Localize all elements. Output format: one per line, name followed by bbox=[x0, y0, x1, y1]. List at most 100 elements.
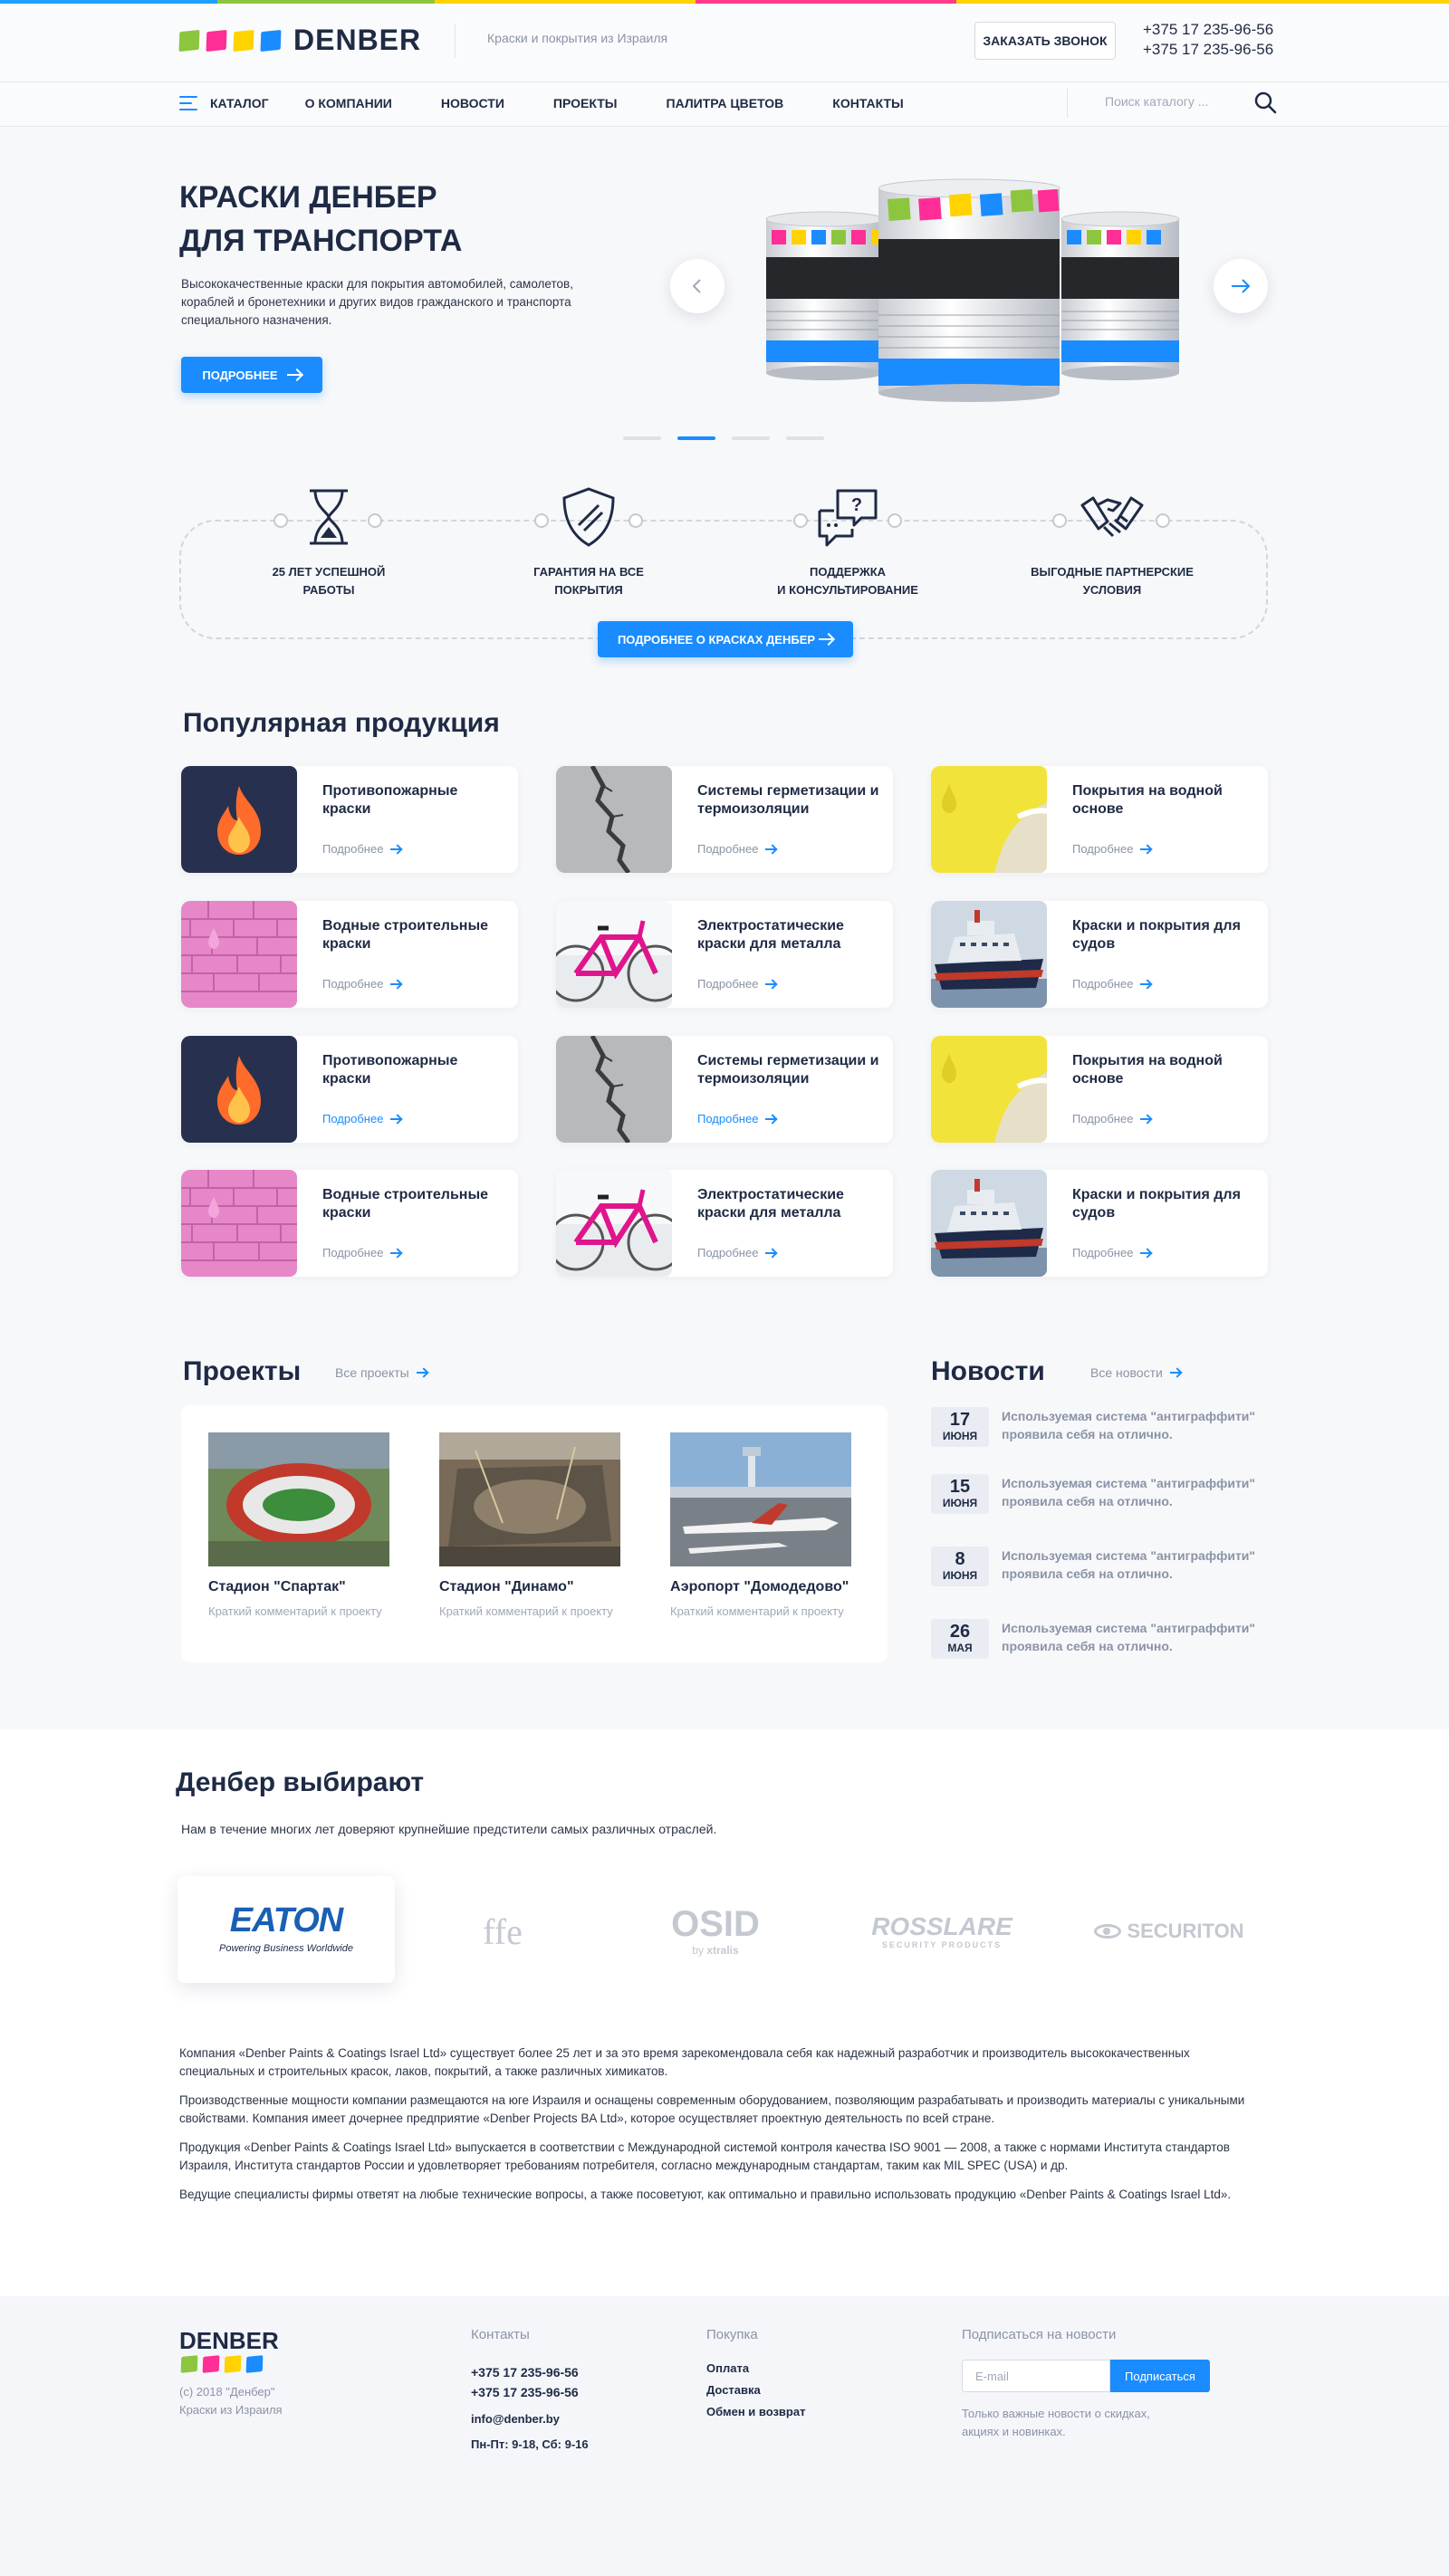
product-more-link[interactable]: Подробнее bbox=[322, 977, 402, 991]
product-image-fire bbox=[181, 766, 297, 873]
product-card[interactable]: Водные строительные краски Подробнее bbox=[181, 1170, 518, 1277]
product-name: Покрытия на водной основе bbox=[1072, 1053, 1223, 1087]
footer-link-delivery[interactable]: Доставка bbox=[706, 2383, 761, 2397]
product-more-link[interactable]: Подробнее bbox=[697, 1112, 777, 1125]
footer-logo[interactable]: DENBER bbox=[179, 2327, 279, 2355]
project-card[interactable]: Аэропорт "Домодедово" Краткий комментари… bbox=[670, 1432, 851, 1621]
nav-item-contacts[interactable]: КОНТАКТЫ bbox=[832, 96, 903, 110]
product-card[interactable]: Покрытия на водной основе Подробнее bbox=[931, 766, 1268, 873]
slider-dot-2-active[interactable] bbox=[677, 436, 715, 440]
features-connectors bbox=[273, 513, 1170, 528]
slider-prev-button[interactable] bbox=[670, 259, 724, 313]
product-image-crack bbox=[556, 766, 672, 873]
project-card[interactable]: Стадион "Динамо" Краткий комментарий к п… bbox=[439, 1432, 620, 1621]
slider-dot-1[interactable] bbox=[623, 436, 661, 440]
product-card[interactable]: Противопожарные краски Подробнее bbox=[181, 1036, 518, 1143]
site-header: DENBER Краски и покрытия из Израиля ЗАКА… bbox=[0, 4, 1449, 127]
nav-item-news[interactable]: НОВОСТИ bbox=[441, 96, 504, 110]
footer-hours: Пн-Пт: 9-18, Сб: 9-16 bbox=[471, 2437, 589, 2451]
product-card[interactable]: Электростатические краски для металла Под… bbox=[556, 1170, 893, 1277]
product-card[interactable]: Системы герметизации и термоизоляции Подр… bbox=[556, 1036, 893, 1143]
logo-square-blue bbox=[260, 29, 282, 52]
feature-guarantee: ГАРАНТИЯ НА ВСЕ ПОКРЫТИЯ bbox=[489, 485, 688, 599]
search-icon[interactable] bbox=[1253, 91, 1277, 114]
news-item[interactable]: 15 ИЮНЯ Используемая система "антиграффит… bbox=[931, 1474, 1293, 1519]
footer-copyright: (c) 2018 "Денбер" Краски из Израиля bbox=[179, 2385, 283, 2417]
product-image-crack bbox=[556, 1036, 672, 1143]
logo[interactable]: DENBER bbox=[178, 24, 421, 57]
slider-next-button[interactable] bbox=[1214, 259, 1268, 313]
arrow-right-icon bbox=[390, 982, 402, 985]
product-more-link[interactable]: Подробнее bbox=[1072, 977, 1152, 991]
footer-link-returns[interactable]: Обмен и возврат bbox=[706, 2405, 805, 2418]
product-name: Электростатические краски для металла bbox=[697, 1187, 844, 1221]
arrow-right-icon bbox=[765, 1251, 777, 1254]
product-card[interactable]: Противопожарные краски Подробнее bbox=[181, 766, 518, 873]
arrow-right-icon bbox=[1140, 1251, 1152, 1254]
footer-phone-1[interactable]: +375 17 235-96-56 bbox=[471, 2365, 579, 2380]
all-news-link[interactable]: Все новости bbox=[1090, 1365, 1181, 1380]
search-input[interactable]: Поиск каталогу ... bbox=[1105, 94, 1268, 109]
feature-support: ? ПОДДЕРЖКА И КОНСУЛЬТИРОВАНИЕ bbox=[748, 485, 947, 599]
product-more-link[interactable]: Подробнее bbox=[1072, 1112, 1152, 1125]
handshake-icon bbox=[1080, 496, 1144, 538]
product-more-link[interactable]: Подробнее bbox=[1072, 1246, 1152, 1259]
phone-1[interactable]: +375 17 235-96-56 bbox=[1143, 20, 1273, 40]
footer-purchase-title: Покупка bbox=[706, 2327, 758, 2342]
client-logo-ffe[interactable]: ffe bbox=[453, 1900, 552, 1963]
footer-phone-2[interactable]: +375 17 235-96-56 bbox=[471, 2385, 579, 2399]
product-name: Электростатические краски для металла bbox=[697, 918, 844, 952]
product-more-link[interactable]: Подробнее bbox=[322, 1246, 402, 1259]
product-more-link[interactable]: Подробнее bbox=[322, 842, 402, 856]
product-more-link[interactable]: Подробнее bbox=[697, 842, 777, 856]
nav-item-about[interactable]: О КОМПАНИИ bbox=[305, 96, 392, 110]
call-request-button[interactable]: ЗАКАЗАТЬ ЗВОНОК bbox=[974, 22, 1116, 60]
all-projects-link[interactable]: Все проекты bbox=[335, 1365, 427, 1380]
footer-link-payment[interactable]: Оплата bbox=[706, 2361, 749, 2375]
product-card[interactable]: Краски и покрытия для судов Подробнее bbox=[931, 1170, 1268, 1277]
nav-item-projects[interactable]: ПРОЕКТЫ bbox=[553, 96, 618, 110]
subscribe-button[interactable]: Подписаться bbox=[1110, 2360, 1210, 2392]
product-card[interactable]: Водные строительные краски Подробнее bbox=[181, 901, 518, 1008]
product-image-yellow-paint bbox=[931, 1036, 1047, 1143]
client-logo-securiton[interactable]: SECURITON bbox=[1083, 1900, 1255, 1963]
email-field[interactable]: E-mail bbox=[962, 2360, 1110, 2392]
footer-logo-square-green bbox=[180, 2355, 198, 2373]
logo-square-pink bbox=[206, 29, 227, 52]
footer-logo-square-blue bbox=[245, 2355, 264, 2373]
hero-more-button[interactable]: ПОДРОБНЕЕ bbox=[181, 357, 322, 393]
product-more-link[interactable]: Подробнее bbox=[1072, 842, 1152, 856]
product-card[interactable]: Краски и покрытия для судов Подробнее bbox=[931, 901, 1268, 1008]
product-image-ship bbox=[931, 901, 1047, 1008]
product-card[interactable]: Покрытия на водной основе Подробнее bbox=[931, 1036, 1268, 1143]
product-card[interactable]: Электростатические краски для металла Под… bbox=[556, 901, 893, 1008]
arrow-right-icon bbox=[765, 982, 777, 985]
product-image-bicycle bbox=[556, 1170, 672, 1277]
catalog-menu[interactable]: КАТАЛОГ bbox=[179, 96, 269, 110]
shield-icon bbox=[562, 487, 615, 547]
product-name: Покрытия на водной основе bbox=[1072, 783, 1223, 817]
project-name: Стадион "Спартак" bbox=[208, 1579, 346, 1594]
nav-item-palette[interactable]: ПАЛИТРА ЦВЕТОВ bbox=[667, 96, 784, 110]
footer-email[interactable]: info@denber.by bbox=[471, 2412, 560, 2426]
slider-dot-3[interactable] bbox=[732, 436, 770, 440]
product-card[interactable]: Системы герметизации и термоизоляции Подр… bbox=[556, 766, 893, 873]
product-more-link[interactable]: Подробнее bbox=[697, 977, 777, 991]
footer-logo-square-pink bbox=[202, 2355, 220, 2373]
project-card[interactable]: Стадион "Спартак" Краткий комментарий к … bbox=[208, 1432, 389, 1621]
client-logo-osid[interactable]: OSID by xtralis bbox=[652, 1900, 779, 1963]
news-item[interactable]: 17 ИЮНЯ Используемая система "антиграффит… bbox=[931, 1407, 1293, 1452]
features-more-button[interactable]: ПОДРОБНЕЕ О КРАСКАХ ДЕНБЕР bbox=[598, 621, 853, 657]
slider-dot-4[interactable] bbox=[786, 436, 824, 440]
news-item[interactable]: 8 ИЮНЯ Используемая система "антиграффити… bbox=[931, 1547, 1293, 1592]
product-more-link[interactable]: Подробнее bbox=[697, 1246, 777, 1259]
arrow-right-icon bbox=[416, 1372, 427, 1374]
client-logo-rosslare[interactable]: ROSSLARE SECURITY PRODUCTS bbox=[860, 1900, 1023, 1963]
product-name: Краски и покрытия для судов bbox=[1072, 1187, 1241, 1221]
product-more-link[interactable]: Подробнее bbox=[322, 1112, 402, 1125]
catalog-label: КАТАЛОГ bbox=[210, 96, 269, 110]
footer-logo-square-yellow bbox=[224, 2355, 242, 2373]
phone-2[interactable]: +375 17 235-96-56 bbox=[1143, 40, 1273, 60]
news-item[interactable]: 26 МАЯ Используемая система "антиграффити… bbox=[931, 1619, 1293, 1664]
client-logo-eaton[interactable]: EATON Powering Business Worldwide bbox=[178, 1876, 395, 1983]
